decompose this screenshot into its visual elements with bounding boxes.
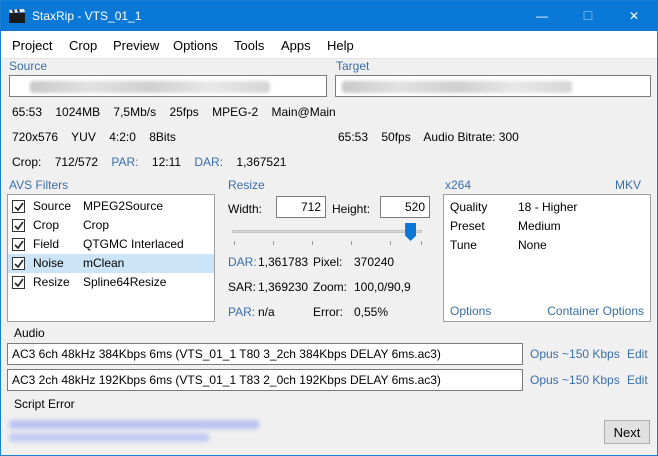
source-info-line2: 720x576 YUV 4:2:0 8Bits xyxy=(12,130,176,144)
window-title: StaxRip - VTS_01_1 xyxy=(32,9,142,23)
error-text-blurred xyxy=(9,420,259,429)
resize-dar-value: 1,361783 xyxy=(258,255,309,269)
source-info-line1: 65:53 1024MB 7,5Mb/s 25fps MPEG-2 Main@M… xyxy=(12,105,336,119)
checkbox-checked-icon[interactable] xyxy=(12,257,25,270)
encoder-options-link[interactable]: Options xyxy=(450,304,491,318)
menu-help[interactable]: Help xyxy=(327,38,354,53)
checkbox-checked-icon[interactable] xyxy=(12,200,25,213)
target-path-blurred xyxy=(342,81,572,93)
width-input[interactable]: 712 xyxy=(276,196,326,218)
next-button[interactable]: Next xyxy=(604,420,650,444)
slider-tick xyxy=(273,241,274,245)
source-path-blurred xyxy=(30,81,270,93)
menu-tools[interactable]: Tools xyxy=(234,38,264,53)
container-options-link[interactable]: Container Options xyxy=(547,304,644,318)
checkbox-checked-icon[interactable] xyxy=(12,219,25,232)
menu-bar: Project Crop Preview Options Tools Apps … xyxy=(1,31,657,59)
filter-row-crop[interactable]: Crop Crop xyxy=(8,216,214,235)
sar-label: SAR: xyxy=(228,280,257,294)
slider-thumb[interactable] xyxy=(405,223,417,241)
menu-project[interactable]: Project xyxy=(12,38,52,53)
slider-tick xyxy=(234,241,235,245)
script-error-label: Script Error xyxy=(14,397,75,411)
audio-track-2-field[interactable]: AC3 2ch 48kHz 192Kbps 6ms (VTS_01_1 T83 … xyxy=(7,369,523,391)
resize-par-value: n/a xyxy=(258,305,275,319)
avs-filters-label: AVS Filters xyxy=(9,178,69,192)
filter-row-source[interactable]: Source MPEG2Source xyxy=(8,197,214,216)
source-dar-link[interactable]: DAR: xyxy=(194,155,223,169)
tune-label: Tune xyxy=(450,238,477,252)
minimize-button[interactable]: — xyxy=(519,1,565,31)
sar-value: 1,369230 xyxy=(258,280,309,294)
resize-dar-link[interactable]: DAR: xyxy=(228,255,257,269)
resize-label: Resize xyxy=(228,178,265,192)
error-text-blurred xyxy=(9,433,209,442)
target-label: Target xyxy=(336,59,370,73)
target-file-field[interactable] xyxy=(335,75,651,97)
height-input[interactable]: 520 xyxy=(380,196,430,218)
encoder-settings-panel[interactable]: Quality 18 - Higher Preset Medium Tune N… xyxy=(443,194,651,322)
width-label: Width: xyxy=(228,202,263,216)
slider-track xyxy=(232,230,422,233)
source-file-field[interactable] xyxy=(9,75,327,97)
checkbox-checked-icon[interactable] xyxy=(12,238,25,251)
container-label[interactable]: MKV xyxy=(615,178,641,192)
clapperboard-icon xyxy=(9,9,25,23)
audio-track-2-edit[interactable]: Edit xyxy=(627,373,648,387)
audio-track-1-edit[interactable]: Edit xyxy=(627,347,648,361)
tune-value: None xyxy=(518,238,547,252)
title-bar[interactable]: StaxRip - VTS_01_1 — ☐ ✕ xyxy=(1,1,657,31)
menu-crop[interactable]: Crop xyxy=(69,38,97,53)
maximize-button[interactable]: ☐ xyxy=(565,1,611,31)
audio-label: Audio xyxy=(14,326,45,340)
filter-row-noise[interactable]: Noise mClean xyxy=(8,254,214,273)
preset-value: Medium xyxy=(518,219,561,233)
avs-filters-list[interactable]: Source MPEG2Source Crop Crop Field QTGMC… xyxy=(7,194,215,322)
error-value: 0,55% xyxy=(354,305,389,319)
quality-label: Quality xyxy=(450,200,488,214)
source-par-link[interactable]: PAR: xyxy=(111,155,138,169)
audio-track-1-codec[interactable]: Opus ~150 Kbps xyxy=(530,347,620,361)
slider-tick xyxy=(421,241,422,245)
slider-tick xyxy=(390,241,391,245)
menu-preview[interactable]: Preview xyxy=(113,38,159,53)
quality-value: 18 - Higher xyxy=(518,200,578,214)
menu-options[interactable]: Options xyxy=(173,38,218,53)
height-label: Height: xyxy=(332,202,371,216)
checkbox-checked-icon[interactable] xyxy=(12,276,25,289)
minimize-icon: — xyxy=(536,9,548,23)
close-icon: ✕ xyxy=(628,9,640,23)
filter-row-field[interactable]: Field QTGMC Interlaced xyxy=(8,235,214,254)
source-crop-line: Crop: 712/572 PAR: 12:11 DAR: 1,367521 xyxy=(12,155,287,169)
preset-label: Preset xyxy=(450,219,485,233)
pixel-value: 370240 xyxy=(354,255,395,269)
audio-track-2-codec[interactable]: Opus ~150 Kbps xyxy=(530,373,620,387)
close-button[interactable]: ✕ xyxy=(611,1,657,31)
zoom-label: Zoom: xyxy=(313,280,348,294)
pixel-label: Pixel: xyxy=(313,255,343,269)
slider-tick xyxy=(312,241,313,245)
maximize-icon: ☐ xyxy=(582,9,594,23)
error-label: Error: xyxy=(313,305,343,319)
script-error-message xyxy=(9,417,269,445)
slider-tick xyxy=(351,241,352,245)
encoder-label[interactable]: x264 xyxy=(445,178,471,192)
audio-track-1-field[interactable]: AC3 6ch 48kHz 384Kbps 6ms (VTS_01_1 T80 … xyxy=(7,343,523,365)
filter-row-resize[interactable]: Resize Spline64Resize xyxy=(8,273,214,292)
target-info-line: 65:53 50fps Audio Bitrate: 300 xyxy=(338,130,519,144)
main-window: StaxRip - VTS_01_1 — ☐ ✕ Project Crop Pr… xyxy=(0,0,658,456)
source-label: Source xyxy=(9,59,48,73)
resize-par-link[interactable]: PAR: xyxy=(228,305,255,319)
menu-apps[interactable]: Apps xyxy=(281,38,311,53)
zoom-value: 100,0/90,9 xyxy=(354,280,411,294)
